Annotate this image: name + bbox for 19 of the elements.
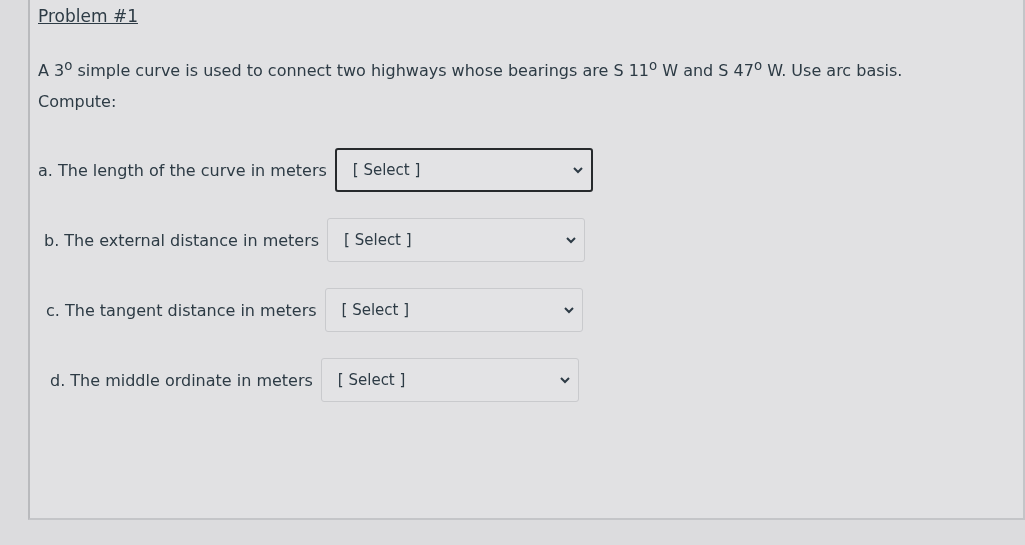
problem-statement: A 3$^{o}$ simple curve is used to connect two highways whose bearings are S 11$^{o}$ W and S 47$^{o}$ W. Use arc basis.	[38, 58, 904, 81]
question-label: d. The middle ordinate in meters	[50, 370, 313, 390]
dropdown-placeholder: [ Select ]	[337, 371, 406, 390]
dropdown-placeholder: [ Select ]	[341, 301, 410, 320]
chevron-down-icon	[559, 376, 570, 384]
problem-title: Problem #1	[38, 6, 138, 26]
chevron-down-icon	[572, 166, 583, 174]
answer-dropdown[interactable]: [ Select ]	[334, 148, 593, 193]
chevron-down-icon	[563, 306, 574, 314]
chevron-down-icon	[566, 236, 577, 244]
question-label: a. The length of the curve in meters	[38, 160, 327, 180]
question-label: c. The tangent distance in meters	[46, 300, 317, 320]
answer-dropdown[interactable]: [ Select ]	[320, 358, 579, 403]
answer-dropdown[interactable]: [ Select ]	[324, 288, 583, 333]
dropdown-placeholder: [ Select ]	[344, 231, 412, 250]
compute-prompt: Compute:	[38, 92, 118, 112]
dropdown-placeholder: [ Select ]	[352, 161, 421, 180]
question-label: b. The external distance in meters	[44, 230, 320, 250]
answer-dropdown[interactable]: [ Select ]	[327, 218, 586, 263]
